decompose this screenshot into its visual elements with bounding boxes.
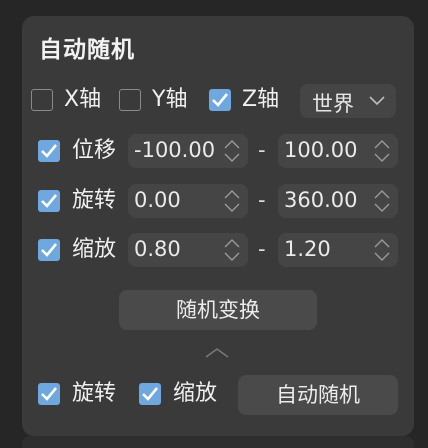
position-checkbox[interactable] <box>38 140 60 162</box>
y-axis-label: Y轴 <box>152 87 188 112</box>
panel-title: 自动随机 <box>39 37 135 63</box>
random-transform-button[interactable]: 随机变换 <box>119 290 317 330</box>
spinner-arrows-icon[interactable] <box>372 236 392 264</box>
y-axis-checkbox[interactable] <box>119 89 141 111</box>
chevron-up-icon[interactable] <box>204 346 230 360</box>
rotation-min-value: 0.00 <box>134 188 181 212</box>
auto-random-button[interactable]: 自动随机 <box>238 375 398 415</box>
range-separator: - <box>258 188 266 212</box>
scale-max-input[interactable]: 1.20 <box>278 233 398 267</box>
check-icon <box>41 243 57 257</box>
spinner-arrows-icon[interactable] <box>222 236 242 264</box>
position-label: 位移 <box>72 138 117 163</box>
check-icon <box>41 387 57 401</box>
spinner-arrows-icon[interactable] <box>222 187 242 215</box>
spinner-arrows-icon[interactable] <box>372 187 392 215</box>
scale-checkbox[interactable] <box>38 239 60 261</box>
check-icon <box>142 387 158 401</box>
range-separator: - <box>258 237 266 261</box>
auto-random-panel: 自动随机 X轴 Y轴 Z轴 世界 位移 -100.00 - 100.00 旋转 … <box>22 16 414 436</box>
space-select[interactable]: 世界 <box>300 84 396 118</box>
rotation-label: 旋转 <box>72 188 117 213</box>
chevron-down-icon <box>369 96 385 106</box>
scale-min-value: 0.80 <box>134 237 181 261</box>
scale-min-input[interactable]: 0.80 <box>128 233 248 267</box>
position-min-value: -100.00 <box>134 138 216 162</box>
scale-max-value: 1.20 <box>284 237 331 261</box>
space-select-value: 世界 <box>312 92 354 116</box>
check-icon <box>41 194 57 208</box>
footer-rotation-label: 旋转 <box>72 381 117 406</box>
rotation-min-input[interactable]: 0.00 <box>128 184 248 218</box>
x-axis-label: X轴 <box>64 87 102 112</box>
rotation-checkbox[interactable] <box>38 190 60 212</box>
check-icon <box>212 93 228 107</box>
footer-scale-checkbox[interactable] <box>139 383 161 405</box>
next-panel-edge <box>22 436 414 448</box>
rotation-max-value: 360.00 <box>284 188 358 212</box>
footer-scale-label: 缩放 <box>173 381 218 406</box>
position-min-input[interactable]: -100.00 <box>128 134 248 168</box>
x-axis-checkbox[interactable] <box>31 89 53 111</box>
range-separator: - <box>258 138 266 162</box>
scale-label: 缩放 <box>72 237 117 262</box>
rotation-max-input[interactable]: 360.00 <box>278 184 398 218</box>
check-icon <box>41 144 57 158</box>
position-max-input[interactable]: 100.00 <box>278 134 398 168</box>
z-axis-checkbox[interactable] <box>209 89 231 111</box>
spinner-arrows-icon[interactable] <box>372 137 392 165</box>
spinner-arrows-icon[interactable] <box>222 137 242 165</box>
position-max-value: 100.00 <box>284 138 358 162</box>
footer-rotation-checkbox[interactable] <box>38 383 60 405</box>
z-axis-label: Z轴 <box>242 87 280 112</box>
